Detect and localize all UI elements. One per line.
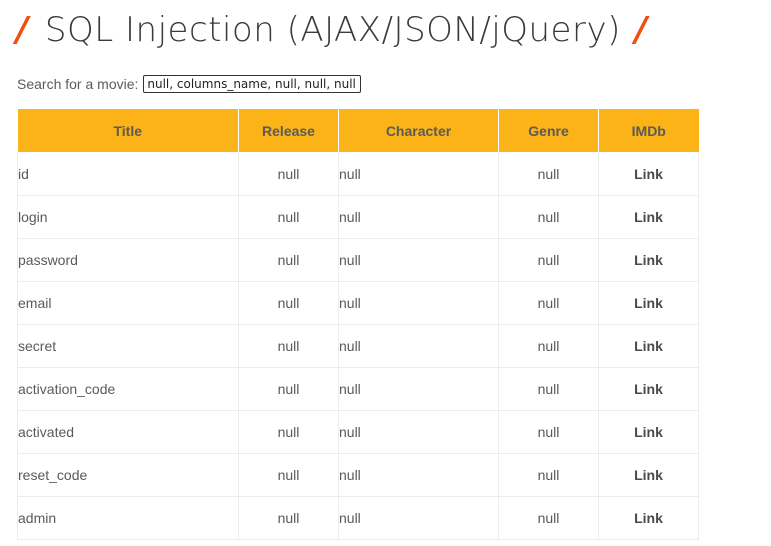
cell-genre: null bbox=[498, 453, 599, 497]
header-release: Release bbox=[238, 109, 339, 153]
cell-release: null bbox=[238, 195, 339, 239]
title-slash-left: / bbox=[16, 10, 29, 50]
cell-character: null bbox=[338, 238, 499, 282]
cell-release: null bbox=[238, 152, 339, 196]
table-row: admin null null null Link bbox=[17, 496, 699, 540]
page-title-text: SQL Injection (AJAX/JSON/jQuery) bbox=[44, 10, 621, 50]
page-title: / SQL Injection (AJAX/JSON/jQuery) / bbox=[16, 6, 648, 54]
cell-genre: null bbox=[498, 496, 599, 540]
table-header-row: Title Release Character Genre IMDb bbox=[17, 109, 699, 153]
header-title: Title bbox=[17, 109, 239, 153]
header-genre: Genre bbox=[498, 109, 599, 153]
search-input[interactable] bbox=[143, 75, 362, 93]
cell-release: null bbox=[238, 281, 339, 325]
cell-genre: null bbox=[498, 195, 599, 239]
cell-genre: null bbox=[498, 324, 599, 368]
cell-character: null bbox=[338, 453, 499, 497]
header-character: Character bbox=[338, 109, 499, 153]
cell-character: null bbox=[338, 324, 499, 368]
cell-release: null bbox=[238, 238, 339, 282]
cell-title: admin bbox=[17, 496, 239, 540]
imdb-link[interactable]: Link bbox=[598, 410, 699, 454]
table-row: activated null null null Link bbox=[17, 410, 699, 454]
cell-release: null bbox=[238, 324, 339, 368]
cell-release: null bbox=[238, 496, 339, 540]
cell-title: secret bbox=[17, 324, 239, 368]
cell-genre: null bbox=[498, 281, 599, 325]
table-row: password null null null Link bbox=[17, 238, 699, 282]
header-imdb: IMDb bbox=[598, 109, 699, 153]
cell-title: activated bbox=[17, 410, 239, 454]
cell-genre: null bbox=[498, 152, 599, 196]
search-label: Search for a movie: bbox=[17, 76, 139, 92]
table-row: id null null null Link bbox=[17, 152, 699, 196]
movies-table: Title Release Character Genre IMDb id nu… bbox=[17, 109, 699, 540]
cell-genre: null bbox=[498, 238, 599, 282]
table-row: reset_code null null null Link bbox=[17, 453, 699, 497]
imdb-link[interactable]: Link bbox=[598, 238, 699, 282]
imdb-link[interactable]: Link bbox=[598, 367, 699, 411]
imdb-link[interactable]: Link bbox=[598, 281, 699, 325]
title-slash-right: / bbox=[634, 10, 648, 50]
search-form: Search for a movie: bbox=[17, 73, 362, 95]
imdb-link[interactable]: Link bbox=[598, 152, 699, 196]
table-row: login null null null Link bbox=[17, 195, 699, 239]
cell-title: password bbox=[17, 238, 239, 282]
cell-genre: null bbox=[498, 367, 599, 411]
cell-character: null bbox=[338, 410, 499, 454]
cell-title: id bbox=[17, 152, 239, 196]
imdb-link[interactable]: Link bbox=[598, 496, 699, 540]
cell-release: null bbox=[238, 367, 339, 411]
table-row: secret null null null Link bbox=[17, 324, 699, 368]
cell-character: null bbox=[338, 152, 499, 196]
imdb-link[interactable]: Link bbox=[598, 195, 699, 239]
table-row: activation_code null null null Link bbox=[17, 367, 699, 411]
imdb-link[interactable]: Link bbox=[598, 453, 699, 497]
cell-release: null bbox=[238, 410, 339, 454]
cell-release: null bbox=[238, 453, 339, 497]
page: / SQL Injection (AJAX/JSON/jQuery) / Searc… bbox=[0, 0, 771, 546]
cell-character: null bbox=[338, 496, 499, 540]
imdb-link[interactable]: Link bbox=[598, 324, 699, 368]
cell-character: null bbox=[338, 281, 499, 325]
cell-title: activation_code bbox=[17, 367, 239, 411]
cell-genre: null bbox=[498, 410, 599, 454]
cell-title: reset_code bbox=[17, 453, 239, 497]
table-row: email null null null Link bbox=[17, 281, 699, 325]
cell-title: login bbox=[17, 195, 239, 239]
cell-character: null bbox=[338, 195, 499, 239]
cell-title: email bbox=[17, 281, 239, 325]
cell-character: null bbox=[338, 367, 499, 411]
